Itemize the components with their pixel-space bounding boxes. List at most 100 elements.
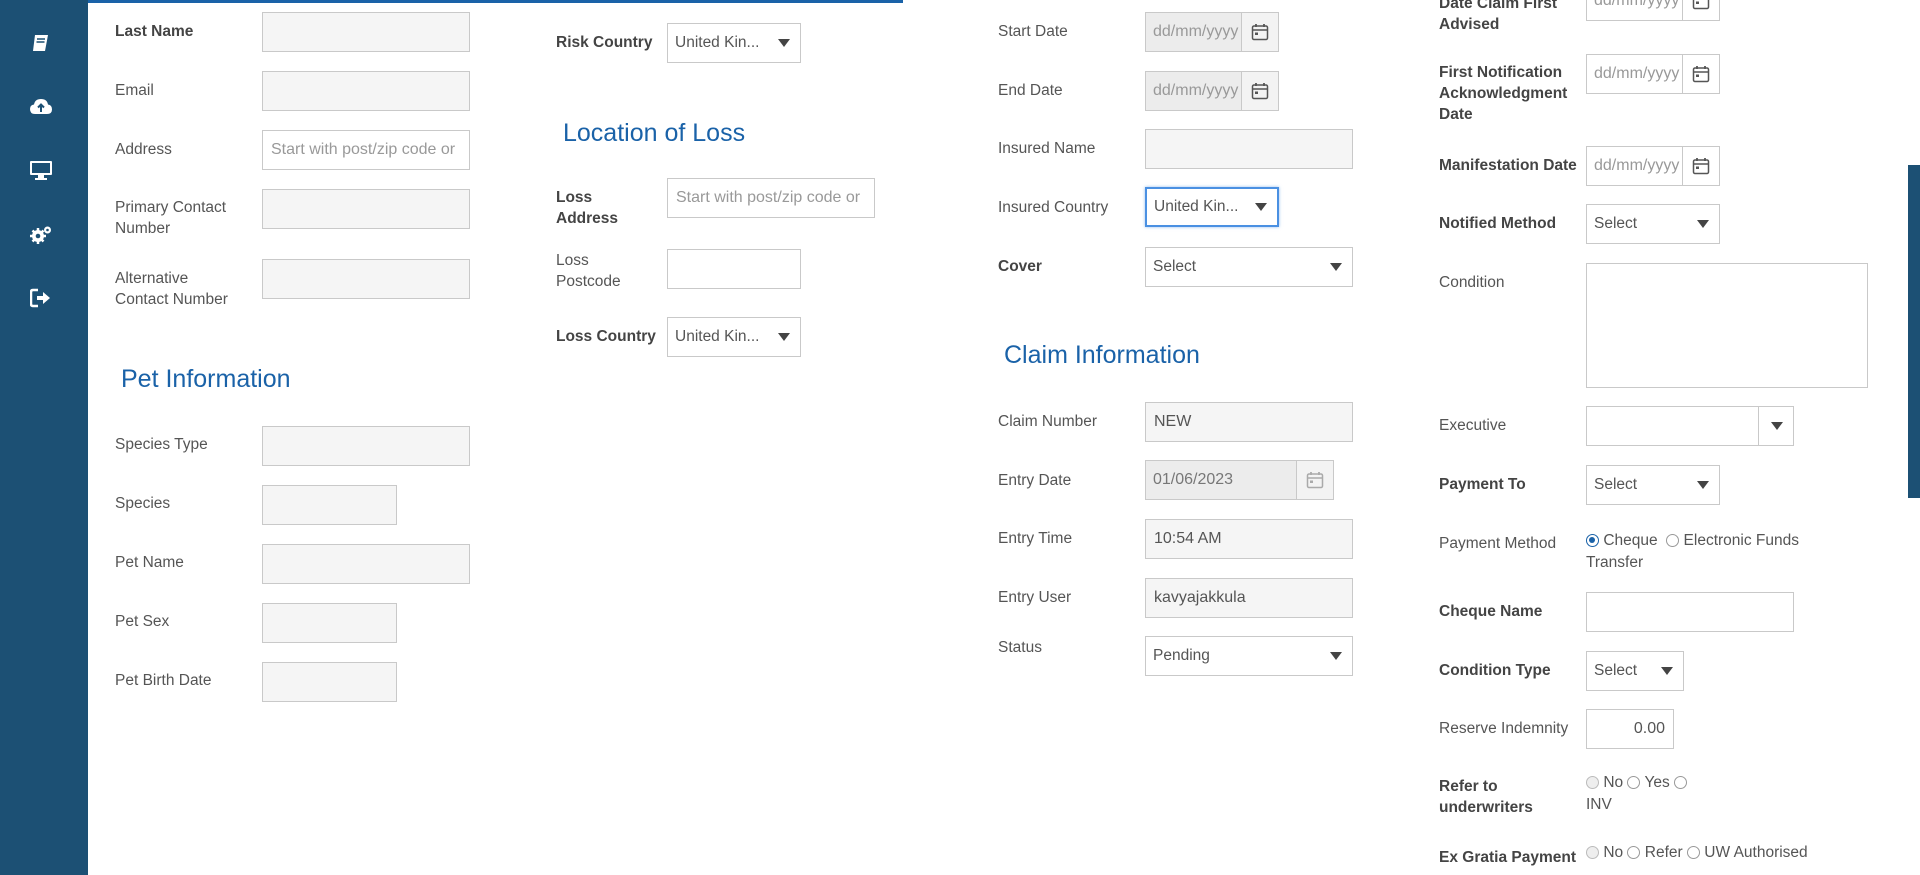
payment-to-label: Payment To — [1439, 476, 1526, 493]
status-value: Pending — [1153, 647, 1210, 664]
pet-sex-field[interactable] — [262, 603, 397, 643]
ex-gratia-refer-radio[interactable] — [1627, 846, 1641, 859]
pet-birth-date-label: Pet Birth Date — [115, 672, 212, 689]
ex-gratia-payment-label: Ex Gratia Payment — [1439, 849, 1576, 866]
claim-number-label: Claim Number — [998, 413, 1098, 430]
ex-gratia-no-radio[interactable] — [1586, 846, 1599, 859]
end-date-field[interactable]: dd/mm/yyyy — [1145, 71, 1279, 111]
entry-user-field[interactable]: kavyajakkula — [1145, 578, 1353, 618]
cheque-radio[interactable] — [1586, 534, 1599, 547]
loss-address-field[interactable]: Start with post/zip code or — [667, 178, 875, 218]
loss-country-label: Loss Country — [556, 328, 656, 345]
refer-to-underwriters-group: No Yes INV — [1586, 772, 1736, 816]
insured-country-label: Insured Country — [998, 199, 1109, 216]
insured-country-select[interactable]: United Kin... — [1145, 187, 1279, 227]
condition-label: Condition — [1439, 274, 1505, 291]
pet-name-label: Pet Name — [115, 554, 184, 571]
eft-radio[interactable] — [1666, 534, 1680, 547]
address-label: Address — [115, 141, 172, 158]
refer-no-label: No — [1603, 774, 1624, 791]
notified-method-select[interactable]: Select — [1586, 204, 1720, 244]
refer-no-radio[interactable] — [1586, 776, 1599, 789]
alternative-contact-field[interactable] — [262, 259, 470, 299]
cloud-upload-icon[interactable] — [26, 92, 56, 122]
entry-time-field[interactable]: 10:54 AM — [1145, 519, 1353, 559]
loss-country-select[interactable]: United Kin... — [667, 317, 801, 357]
cheque-label: Cheque — [1603, 532, 1658, 549]
primary-contact-field[interactable] — [262, 189, 470, 229]
monitor-icon[interactable] — [26, 155, 56, 185]
sidebar — [0, 0, 88, 875]
manifestation-date-field[interactable]: dd/mm/yyyy — [1586, 146, 1720, 186]
condition-type-value: Select — [1594, 662, 1638, 679]
condition-textarea[interactable] — [1586, 263, 1868, 388]
notified-method-value: Select — [1594, 215, 1638, 232]
claims-book-icon[interactable] — [26, 28, 56, 58]
cover-value: Select — [1153, 258, 1197, 275]
payment-method-group: Cheque Electronic Funds Transfer — [1586, 530, 1821, 574]
risk-country-select[interactable]: United Kin... — [667, 23, 801, 63]
cover-label: Cover — [998, 258, 1042, 275]
sign-out-icon[interactable] — [26, 283, 56, 313]
ex-gratia-no-label: No — [1603, 844, 1624, 861]
condition-type-select[interactable]: Select — [1586, 651, 1684, 691]
chevron-down-icon — [778, 39, 790, 47]
status-select[interactable]: Pending — [1145, 636, 1353, 676]
start-date-placeholder: dd/mm/yyyy — [1153, 23, 1239, 40]
pet-information-title: Pet Information — [121, 365, 291, 393]
location-of-loss-title: Location of Loss — [563, 119, 746, 147]
loss-postcode-field[interactable] — [667, 249, 801, 289]
insured-name-label: Insured Name — [998, 140, 1096, 157]
start-date-label: Start Date — [998, 23, 1068, 40]
insured-name-field[interactable] — [1145, 129, 1353, 169]
chevron-down-icon — [1697, 220, 1709, 228]
executive-select-divider — [1758, 407, 1759, 445]
calendar-icon[interactable] — [1241, 13, 1278, 51]
scrollbar-thumb[interactable] — [1908, 165, 1920, 498]
settings-gears-icon[interactable] — [26, 220, 56, 250]
primary-contact-label: Primary Contact Number — [115, 199, 227, 237]
pet-birth-date-field[interactable] — [262, 662, 397, 702]
loss-postcode-label: Loss Postcode — [556, 252, 621, 290]
email-label: Email — [115, 82, 154, 99]
reserve-indemnity-field[interactable]: 0.00 — [1586, 709, 1674, 749]
refer-yes-radio[interactable] — [1627, 776, 1641, 789]
refer-to-underwriters-label: Refer to underwriters — [1439, 778, 1533, 816]
calendar-icon[interactable] — [1241, 72, 1278, 110]
cover-select[interactable]: Select — [1145, 247, 1353, 287]
chevron-down-icon — [1771, 422, 1783, 430]
pet-name-field[interactable] — [262, 544, 470, 584]
risk-country-value: United Kin... — [675, 34, 760, 51]
refer-inv-label: INV — [1586, 796, 1612, 813]
ex-gratia-payment-group: No Refer UW Authorised — [1586, 842, 1846, 864]
executive-select[interactable] — [1586, 406, 1794, 446]
ex-gratia-uw-radio[interactable] — [1686, 846, 1700, 859]
manifestation-date-label: Manifestation Date — [1439, 157, 1577, 174]
first-notification-field[interactable]: dd/mm/yyyy — [1586, 54, 1720, 94]
last-name-field[interactable] — [262, 12, 470, 52]
end-date-placeholder: dd/mm/yyyy — [1153, 82, 1239, 99]
species-field[interactable] — [262, 485, 397, 525]
cheque-name-field[interactable] — [1586, 592, 1794, 632]
species-label: Species — [115, 495, 171, 512]
executive-label: Executive — [1439, 417, 1507, 434]
chevron-down-icon — [1697, 481, 1709, 489]
calendar-icon[interactable] — [1682, 147, 1719, 185]
refer-inv-radio[interactable] — [1674, 776, 1688, 789]
payment-to-value: Select — [1594, 476, 1638, 493]
date-claim-first-advised-field[interactable]: dd/mm/yyyy — [1586, 0, 1720, 21]
address-field[interactable]: Start with post/zip code or — [262, 130, 470, 170]
ex-gratia-refer-label: Refer — [1644, 844, 1683, 861]
payment-to-select[interactable]: Select — [1586, 465, 1720, 505]
claim-information-title: Claim Information — [1004, 341, 1200, 369]
email-field[interactable] — [262, 71, 470, 111]
species-type-field[interactable] — [262, 426, 470, 466]
calendar-icon — [1296, 461, 1333, 499]
entry-time-label: Entry Time — [998, 530, 1073, 547]
start-date-field[interactable]: dd/mm/yyyy — [1145, 12, 1279, 52]
calendar-icon[interactable] — [1682, 55, 1719, 93]
loss-address-label: Loss Address — [556, 189, 619, 227]
calendar-icon[interactable] — [1682, 0, 1719, 20]
claim-number-field[interactable]: NEW — [1145, 402, 1353, 442]
entry-date-field[interactable]: 01/06/2023 — [1145, 460, 1334, 500]
